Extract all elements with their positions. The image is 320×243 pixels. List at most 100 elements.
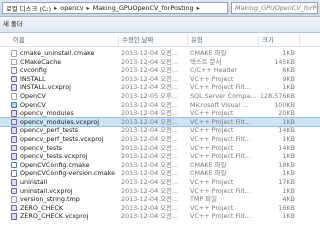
- file-date: 2013-12-04 오전...: [121, 57, 179, 66]
- file-type: SQL Server Compa...: [190, 92, 257, 100]
- file-name: opencv_perf_tests: [20, 126, 79, 135]
- file-row[interactable]: ZERO_CHECK 2013-12-04 오전... VC++ Project 16…: [0, 204, 320, 213]
- file-type: TMP 파일: [190, 195, 218, 204]
- file-type: CMAKE 파일: [190, 169, 227, 178]
- file-type: VC++ Project Filt...: [190, 117, 251, 126]
- file-size: 1KB: [282, 186, 295, 195]
- address-bar-area: 로컬 디스크 (C:) ▸ opencv ▸ Making_GPUOpenCV_…: [0, 0, 320, 17]
- file-name: uninstall: [20, 178, 48, 186]
- search-input[interactable]: Making_GPUOpenCV_forPos...: [231, 2, 318, 14]
- file-row[interactable]: uninstall.vcxproj 2013-12-04 오전... VC++ Pr…: [0, 187, 320, 196]
- file-row[interactable]: opencv_modules 2013-12-04 오전... VC++ Proje…: [0, 109, 320, 118]
- proj-file-icon: [11, 75, 17, 83]
- breadcrumb-current[interactable]: Making_GPUOpenCV_forPosting: [93, 4, 194, 12]
- file-row[interactable]: INSTALL.vcxproj 2013-12-04 오전... VC++ Proj…: [0, 83, 320, 92]
- file-date: 2013-12-04 오전...: [121, 49, 179, 57]
- file-type: VC++ Project: [190, 74, 234, 83]
- file-name: opencv_tests: [20, 143, 63, 152]
- file-row[interactable]: INSTALL 2013-12-04 오전... VC++ Project 9KB: [0, 75, 320, 84]
- file-type: VC++ Project: [190, 203, 234, 212]
- column-header-name[interactable]: 이름: [10, 35, 119, 46]
- file-row[interactable]: version_string.tmp 2013-12-04 오전... TMP 파일…: [0, 195, 320, 204]
- proj-file-icon: [11, 127, 17, 134]
- file-name: OpenCVConfig.cmake: [20, 160, 90, 169]
- file-file-icon: [11, 93, 17, 100]
- proj-file-icon: [11, 204, 17, 212]
- file-row[interactable]: OpenCV 2013-12-05 오후... SQL Server Compa..…: [0, 92, 320, 101]
- chevron-right-icon[interactable]: ▸: [87, 4, 90, 12]
- file-type: VC++ Project Filt...: [190, 152, 251, 161]
- file-row[interactable]: cmake_uninstall.cmake 2013-12-04 오전... CMA…: [0, 49, 320, 58]
- file-size: 6KB: [282, 66, 295, 75]
- file-date: 2013-12-04 오전...: [121, 117, 179, 126]
- file-date: 2013-12-04 오전...: [121, 100, 179, 109]
- file-date: 2013-12-04 오전...: [121, 135, 179, 143]
- column-header-row: 이름 수정한 날짜 유형 크기: [0, 35, 320, 47]
- column-header-date[interactable]: 수정한 날짜: [119, 35, 188, 46]
- file-type: VC++ Project: [190, 126, 234, 135]
- file-name: cmake_uninstall.cmake: [20, 49, 95, 57]
- file-size: 4KB: [282, 195, 295, 204]
- file-size: 17KB: [278, 178, 295, 186]
- breadcrumb-drive[interactable]: 로컬 디스크 (C:): [6, 4, 51, 13]
- file-row[interactable]: opencv_modules.vcxproj 2013-12-04 오전... VC…: [0, 116, 320, 128]
- chevron-right-icon[interactable]: ▸: [197, 4, 200, 12]
- file-type: CMAKE 파일: [190, 160, 227, 169]
- file-date: 2013-12-04 오전...: [121, 66, 179, 75]
- file-type: CMAKE 파일: [190, 49, 227, 57]
- chevron-right-icon[interactable]: ▸: [54, 4, 57, 12]
- file-row[interactable]: OpenCVConfig.cmake 2013-12-04 오전... CMAKE …: [0, 161, 320, 170]
- file-type: C/C++ Header: [190, 66, 238, 75]
- file-date: 2013-12-04 오전...: [121, 195, 179, 204]
- file-type: Microsoft Visual ...: [190, 100, 249, 109]
- file-date: 2013-12-04 오전...: [121, 74, 179, 83]
- file-size: 128,576KB: [259, 92, 295, 100]
- address-bar[interactable]: 로컬 디스크 (C:) ▸ opencv ▸ Making_GPUOpenCV_…: [2, 2, 228, 14]
- breadcrumb-opencv[interactable]: opencv: [60, 4, 83, 12]
- file-row[interactable]: opencv_perf_tests.vcxproj 2013-12-04 오전..…: [0, 135, 320, 144]
- file-row[interactable]: opencv_tests 2013-12-04 오전... VC++ Project…: [0, 144, 320, 153]
- proj-file-icon: [11, 187, 17, 195]
- proj-file-icon: [11, 153, 17, 160]
- file-name: cvconfig: [20, 66, 47, 75]
- file-file-icon: [11, 50, 17, 57]
- file-type: VC++ Project Filt...: [190, 135, 251, 143]
- file-date: 2013-12-04 오전...: [121, 152, 179, 161]
- file-row[interactable]: opencv_perf_tests 2013-12-04 오전... VC++ Pr…: [0, 126, 320, 135]
- file-date: 2013-12-04 오전...: [121, 169, 179, 178]
- file-row[interactable]: opencv_tests.vcxproj 2013-12-04 오전... VC++…: [0, 152, 320, 161]
- file-name: opencv_modules: [20, 109, 74, 118]
- file-type: VC++ Project Filt...: [190, 212, 251, 221]
- proj-file-icon: [11, 179, 17, 186]
- cmake-file-icon: [11, 170, 17, 177]
- file-name: OpenCV: [20, 100, 46, 109]
- column-header-type[interactable]: 유형: [188, 35, 259, 46]
- toolbar: 새 폴더: [0, 17, 320, 33]
- file-size: 1KB: [282, 212, 295, 221]
- file-row[interactable]: uninstall 2013-12-04 오전... VC++ Project 17K…: [0, 178, 320, 187]
- file-row[interactable]: CMakeCache 2013-12-04 오전... 텍스트 문서 145KB: [0, 58, 320, 67]
- file-row[interactable]: cvconfig 2013-12-04 오전... C/C++ Header 6KB: [0, 66, 320, 75]
- file-date: 2013-12-04 오전...: [121, 178, 179, 186]
- column-header-size[interactable]: 크기: [259, 35, 300, 46]
- file-size: 14KB: [278, 126, 295, 135]
- file-type: VC++ Project Filt...: [190, 186, 251, 195]
- file-size: 1KB: [282, 135, 295, 143]
- file-name: OpenCV: [20, 92, 46, 100]
- file-row[interactable]: OpenCVConfig-version.cmake 2013-12-04 오전.…: [0, 169, 320, 178]
- file-size: 14KB: [278, 143, 295, 152]
- file-size: 18KB: [278, 160, 295, 169]
- file-size: 1KB: [282, 117, 295, 126]
- new-folder-button[interactable]: 새 폴더: [3, 20, 23, 29]
- file-size: 100KB: [274, 100, 295, 109]
- file-size: 1KB: [282, 169, 295, 178]
- file-name: version_string.tmp: [20, 195, 80, 204]
- proj-file-icon: [11, 84, 17, 91]
- file-row[interactable]: OpenCV 2013-12-04 오전... Microsoft Visual .…: [0, 101, 320, 110]
- file-size: 145KB: [274, 57, 295, 66]
- file-date: 2013-12-04 오전...: [121, 160, 179, 169]
- file-type: VC++ Project: [190, 109, 234, 118]
- file-row[interactable]: ZERO_CHECK.vcxproj 2013-12-04 오전... VC++ P…: [0, 212, 320, 221]
- proj-file-icon: [11, 136, 17, 143]
- file-date: 2013-12-04 오전...: [121, 203, 179, 212]
